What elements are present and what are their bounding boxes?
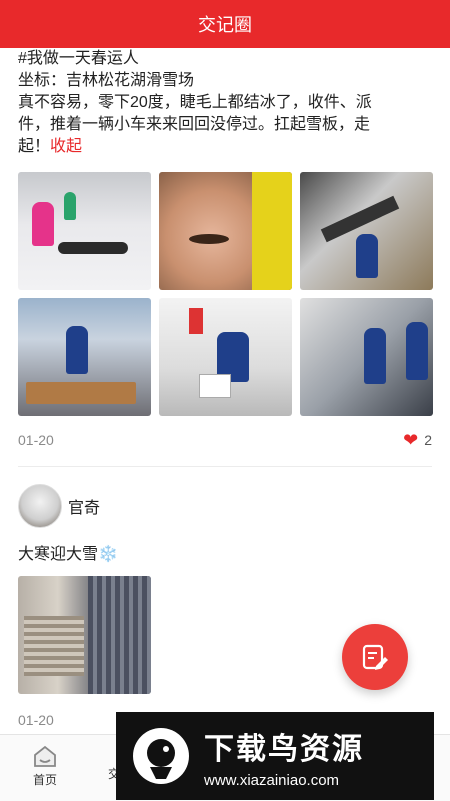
post-1-line-3: 真不容易，零下20度，睫毛上都结冰了，收件、派 <box>18 94 372 111</box>
bird-logo-icon <box>126 721 196 791</box>
post-1-meta: 01-20 ❤ 2 <box>18 430 432 450</box>
post-1-line-2: 坐标：吉林松花湖滑雪场 <box>18 72 195 89</box>
post-1-text: #我做一天春运人 坐标：吉林松花湖滑雪场 真不容易，零下20度，睫毛上都结冰了，… <box>18 48 428 158</box>
like-count: 2 <box>424 432 432 448</box>
page-title: 交记圈 <box>198 15 252 35</box>
post-2-date: 01-20 <box>18 712 54 728</box>
person-figure <box>364 328 386 384</box>
post-divider <box>18 466 432 467</box>
person-figure <box>406 322 428 380</box>
snowflake-icon: ❄️ <box>98 546 118 563</box>
photo-store-aisle[interactable] <box>300 298 433 416</box>
photo-ski-slope[interactable] <box>18 172 151 290</box>
avatar[interactable] <box>18 484 62 528</box>
top-bar: 交记圈 <box>0 0 450 48</box>
compose-button[interactable] <box>342 624 408 690</box>
post-1-line-5: 起！收起 <box>18 136 428 158</box>
like-group[interactable]: ❤ 2 <box>403 431 432 449</box>
nav-home-label: 首页 <box>32 773 57 787</box>
collapse-link[interactable]: 收起 <box>50 138 82 155</box>
post-2-text-body: 大寒迎大雪 <box>18 546 99 563</box>
parcel-stack <box>26 382 136 404</box>
post-1-line-1: #我做一天春运人 <box>18 50 139 67</box>
yellow-hood <box>252 172 292 290</box>
person-lying <box>58 242 128 254</box>
watermark-title: 下载鸟资源 <box>204 732 364 766</box>
watermark-url: www.xiazainiao.com <box>204 771 340 789</box>
parcel-box <box>199 374 231 398</box>
post-1-text-end: 起！ <box>18 138 51 155</box>
post-1-line-4: 件，推着一辆小车来来回回没停过。扛起雪板，走 <box>18 116 371 133</box>
building-rows <box>24 616 84 676</box>
post-2-photo[interactable] <box>18 576 151 694</box>
edit-note-icon <box>362 644 388 670</box>
username[interactable]: 官奇 <box>68 494 100 518</box>
photo-ski-rack[interactable] <box>300 172 433 290</box>
post-1-photo-grid <box>18 172 433 416</box>
red-sign <box>189 308 203 334</box>
watermark-banner: 下载鸟资源 www.xiazainiao.com <box>116 712 434 800</box>
person-figure <box>32 202 54 246</box>
nav-home[interactable]: 首页 <box>22 743 68 788</box>
window-grid <box>88 576 151 694</box>
eye <box>189 234 229 244</box>
photo-packing[interactable] <box>159 298 292 416</box>
home-icon <box>34 745 56 767</box>
post-1-date: 01-20 <box>18 432 54 448</box>
person-figure <box>64 192 76 220</box>
person-figure <box>356 234 378 278</box>
post-2-text: 大寒迎大雪❄️ <box>18 540 118 564</box>
photo-face-closeup[interactable] <box>159 172 292 290</box>
heart-icon[interactable]: ❤ <box>403 431 418 449</box>
person-figure <box>66 326 88 374</box>
photo-cart-street[interactable] <box>18 298 151 416</box>
